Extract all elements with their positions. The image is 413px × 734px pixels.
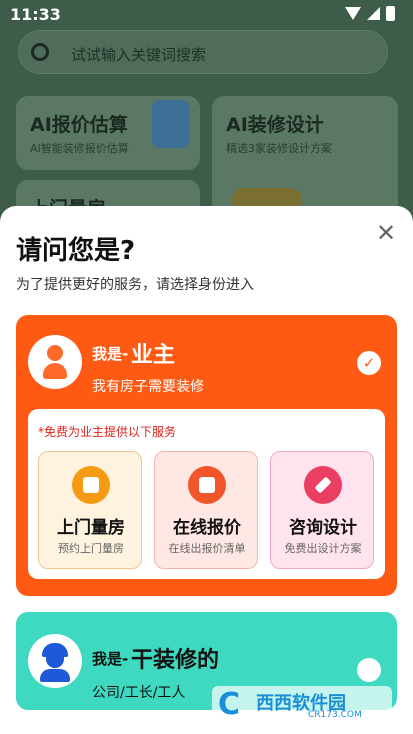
watermark-logo: C 西西软件园 CR173.COM (212, 686, 392, 722)
worker-role-name: 干装修的 (131, 648, 220, 673)
signal-icon (367, 7, 380, 20)
wifi-icon (345, 7, 361, 20)
worker-prefix: 我是- (92, 650, 129, 668)
service-online-quote[interactable]: 在线报价 在线出报价清单 (154, 451, 258, 569)
bg-card-ai-design: AI装修设计 精选3家装修设计方案 (212, 96, 398, 216)
worker-role-desc: 公司/工长/工人 (92, 685, 186, 701)
service-measure[interactable]: 上门量房 预约上门量房 (38, 451, 142, 569)
person-icon (43, 345, 67, 379)
check-icon[interactable]: ✓ (357, 351, 381, 375)
owner-services: *免费为业主提供以下服务 上门量房 预约上门量房 在线报价 在线出报价清单 咨询… (28, 409, 385, 579)
watermark-url: CR173.COM (308, 710, 362, 720)
service-design-consult[interactable]: 咨询设计 免费出设计方案 (270, 451, 374, 569)
owner-prefix: 我是- (92, 345, 129, 363)
service-name: 在线报价 (173, 518, 241, 538)
service-desc: 在线出报价清单 (168, 542, 246, 555)
owner-role-desc: 我有房子需要装修 (92, 379, 204, 395)
service-name: 上门量房 (57, 518, 125, 538)
helmet-icon (42, 643, 68, 657)
status-time: 11:33 (10, 5, 61, 24)
radio-unselected[interactable] (357, 658, 381, 682)
search-icon (31, 43, 49, 61)
identity-sheet: 请问您是? ✕ 为了提供更好的服务，请选择身份进入 我是- 业主 我有房子需要装… (0, 206, 413, 734)
bg-card-title: AI报价估算 (30, 114, 128, 136)
calculator-icon (152, 100, 190, 148)
service-desc: 免费出设计方案 (284, 542, 362, 555)
battery-icon (386, 6, 395, 21)
owner-role-name: 业主 (131, 343, 176, 368)
bg-card-subtitle: AI智能装修报价估算 (30, 142, 129, 155)
close-button[interactable]: ✕ (373, 220, 399, 246)
service-desc: 预约上门量房 (58, 542, 124, 555)
pen-icon (304, 466, 342, 504)
bg-card-ai-quote: AI报价估算 AI智能装修报价估算 (16, 96, 200, 170)
calculator-icon (188, 466, 226, 504)
service-name: 咨询设计 (289, 518, 357, 538)
services-title: *免费为业主提供以下服务 (38, 425, 177, 439)
status-bar: 11:33 (0, 0, 413, 30)
sheet-subtitle: 为了提供更好的服务，请选择身份进入 (16, 277, 254, 293)
bg-card-title: AI装修设计 (226, 114, 324, 136)
owner-option-card[interactable]: 我是- 业主 我有房子需要装修 ✓ *免费为业主提供以下服务 上门量房 预约上门… (16, 315, 397, 596)
bg-card-subtitle: 精选3家装修设计方案 (226, 142, 332, 155)
owner-avatar (28, 335, 82, 389)
measure-icon (72, 466, 110, 504)
search-placeholder: 试试输入关键词搜索 (71, 46, 207, 64)
sheet-title: 请问您是? (16, 236, 136, 266)
status-icons (345, 6, 395, 21)
watermark-c: C (218, 687, 241, 722)
worker-avatar (28, 634, 82, 688)
search-bar: 试试输入关键词搜索 (18, 30, 388, 74)
